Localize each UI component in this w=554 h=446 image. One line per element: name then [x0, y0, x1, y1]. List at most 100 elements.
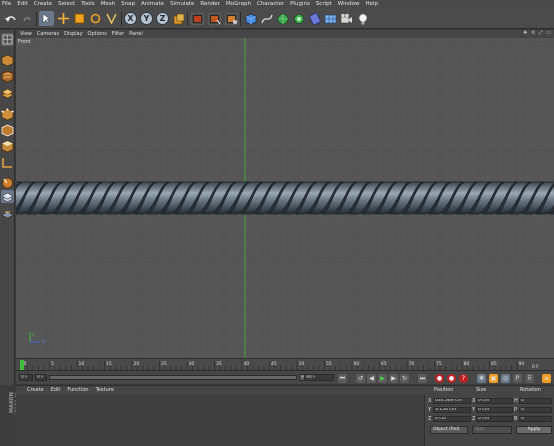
size-z-field[interactable]: 0 cm: [476, 416, 513, 422]
render-settings-icon[interactable]: [224, 11, 239, 26]
menu-create[interactable]: Create: [34, 0, 52, 9]
next-frame-icon[interactable]: ▶: [389, 374, 398, 383]
size-z-label: Z: [472, 416, 476, 422]
coordinate-system-icon[interactable]: [171, 11, 186, 26]
recent-tools-icon[interactable]: [104, 11, 119, 26]
polygons-mode-icon[interactable]: [1, 140, 14, 153]
position-x-field[interactable]: 634.389 cm: [433, 398, 471, 404]
menu-select[interactable]: Select: [58, 0, 75, 9]
position-y-field[interactable]: 3.156 cm: [433, 407, 471, 413]
scale-key-icon[interactable]: ▣: [489, 374, 498, 383]
array-generator-icon[interactable]: [291, 11, 306, 26]
position-key-icon[interactable]: ✥: [477, 374, 486, 383]
edges-mode-icon[interactable]: [1, 124, 14, 137]
x-axis-lock-button[interactable]: X: [124, 12, 137, 25]
workplane-icon[interactable]: [1, 86, 14, 99]
end-frame-field[interactable]: 90 F: [304, 374, 334, 381]
deformer-icon[interactable]: [307, 11, 322, 26]
world-axis-indicator: y z: [29, 332, 45, 344]
menu-animate[interactable]: Animate: [141, 0, 164, 9]
points-mode-icon[interactable]: [1, 108, 14, 121]
point-level-key-icon[interactable]: ⠿: [525, 374, 534, 383]
live-selection-icon[interactable]: [39, 11, 54, 26]
apply-button[interactable]: Apply: [516, 426, 552, 434]
render-to-picture-viewer-icon[interactable]: [207, 11, 222, 26]
menu-mesh[interactable]: Mesh: [101, 0, 115, 9]
rotate-icon[interactable]: [88, 11, 103, 26]
menu-file[interactable]: File: [2, 0, 11, 9]
workplane-lock-icon[interactable]: [1, 206, 14, 219]
menu-tools[interactable]: Tools: [81, 0, 95, 9]
spline-pen-icon[interactable]: [259, 11, 274, 26]
cube-primitive-icon[interactable]: [243, 11, 258, 26]
viewport-menu-cameras[interactable]: Cameras: [37, 31, 59, 37]
z-axis-lock-button[interactable]: Z: [156, 12, 169, 25]
rotation-key-icon[interactable]: ◎: [501, 374, 510, 383]
menu-plugins[interactable]: Plugins: [290, 0, 310, 9]
render-view-icon[interactable]: [190, 11, 205, 26]
light-icon[interactable]: [355, 11, 370, 26]
texture-mode-icon[interactable]: [1, 70, 14, 83]
timeline-ruler[interactable]: 0 5 10 15 20 25 30 35 40 45 50 55 60 65 70 75 80 85 90 0 F: [16, 358, 554, 370]
coordinate-mode-dropdown[interactable]: Object (Rel): [430, 426, 468, 434]
menu-render[interactable]: Render: [200, 0, 220, 9]
redo-icon[interactable]: [20, 11, 34, 26]
viewport-navigation-icons[interactable]: ✥ ⟲ ⤢ ▭: [523, 30, 552, 36]
axis-mode-icon[interactable]: [1, 156, 14, 169]
snapping-icon[interactable]: [1, 190, 14, 203]
timeline-window-icon[interactable]: ≡: [542, 374, 551, 383]
viewport-menu-panel[interactable]: Panel: [129, 31, 143, 37]
material-menu-create[interactable]: Create: [27, 387, 44, 393]
previous-key-icon[interactable]: ↺: [356, 374, 365, 383]
move-icon[interactable]: [56, 11, 71, 26]
menu-edit[interactable]: Edit: [17, 0, 28, 9]
timeline-tick-label: 80: [464, 361, 470, 367]
go-to-end-icon[interactable]: ⏭: [418, 374, 427, 383]
material-manager[interactable]: Create Edit Function Texture: [16, 386, 425, 446]
undo-icon[interactable]: [3, 11, 19, 26]
model-mode-icon[interactable]: [1, 54, 14, 67]
rotation-p-field[interactable]: 0 °: [519, 407, 552, 413]
scale-icon[interactable]: [72, 11, 87, 26]
viewport-menu-display[interactable]: Display: [64, 31, 82, 37]
menu-snap[interactable]: Snap: [121, 0, 135, 9]
menu-window[interactable]: Window: [338, 0, 360, 9]
previous-frame-icon[interactable]: ◀: [367, 374, 376, 383]
position-z-field[interactable]: 0 cm: [433, 416, 471, 422]
menu-simulate[interactable]: Simulate: [170, 0, 194, 9]
y-axis-lock-button[interactable]: Y: [140, 12, 153, 25]
play-icon[interactable]: ▶: [378, 374, 387, 383]
rope-object[interactable]: [16, 181, 554, 215]
current-frame-field[interactable]: 0 F: [19, 374, 33, 381]
menu-mograph[interactable]: MoGraph: [226, 0, 251, 9]
parameter-key-icon[interactable]: P: [513, 374, 522, 383]
menu-help[interactable]: Help: [365, 0, 378, 9]
size-y-field[interactable]: 0 cm: [476, 407, 513, 413]
front-viewport[interactable]: Front y z: [16, 38, 554, 358]
go-to-start-icon[interactable]: ⏮: [338, 374, 347, 383]
camera-icon[interactable]: [339, 11, 354, 26]
viewport-menu-view[interactable]: View: [20, 31, 32, 37]
tweak-mode-icon[interactable]: [1, 176, 14, 189]
size-mode-dropdown[interactable]: Size: [472, 426, 512, 434]
autokeying-icon[interactable]: ●: [447, 374, 456, 383]
rotation-h-field[interactable]: 0 °: [519, 398, 552, 404]
keyframe-selection-icon[interactable]: ?: [459, 374, 468, 383]
floor-environment-icon[interactable]: [323, 11, 338, 26]
playhead[interactable]: [20, 360, 24, 370]
size-x-field[interactable]: 0 cm: [476, 398, 513, 404]
min-frame-field[interactable]: 0 F: [35, 374, 47, 381]
menu-character[interactable]: Character: [257, 0, 284, 9]
material-menu-function[interactable]: Function: [67, 387, 88, 393]
make-editable-icon[interactable]: [1, 33, 14, 46]
frame-range-slider[interactable]: [49, 375, 297, 380]
viewport-menu-options[interactable]: Options: [88, 31, 107, 37]
next-key-icon[interactable]: ↻: [400, 374, 409, 383]
menu-script[interactable]: Script: [316, 0, 332, 9]
rotation-b-field[interactable]: 0 °: [519, 416, 552, 422]
subdivision-surface-icon[interactable]: [275, 11, 290, 26]
material-menu-texture[interactable]: Texture: [96, 387, 114, 393]
viewport-menu-filter[interactable]: Filter: [112, 31, 124, 37]
record-active-objects-icon[interactable]: ●: [435, 374, 444, 383]
material-menu-edit[interactable]: Edit: [51, 387, 61, 393]
